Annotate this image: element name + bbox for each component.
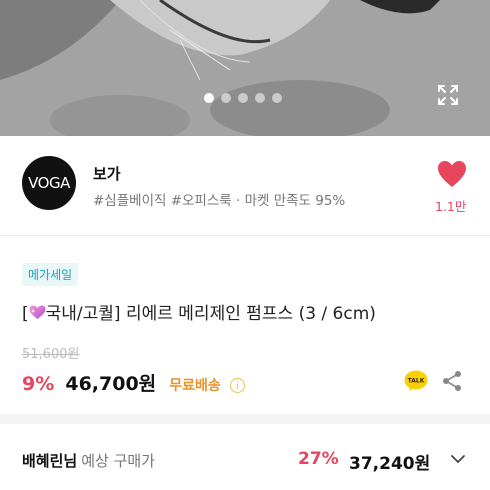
member-discount-rate: 27% [298,449,339,469]
title-text: 국내/고퀄] 리에르 메리제인 펌프스 (3 / 6cm) [45,304,376,324]
seller-logo[interactable]: VOGA [22,156,76,210]
kakaotalk-icon[interactable]: TALK [404,370,428,392]
mega-sale-badge: 메가세일 [22,263,79,286]
carousel-dot[interactable] [221,93,231,103]
sale-price: 46,700원 [65,373,157,395]
price-row: 9% 46,700원 무료배송 i [22,369,245,396]
product-image-carousel[interactable] [0,0,490,136]
carousel-dot[interactable] [272,93,282,103]
title-bracket: [ [22,304,29,324]
expand-icon[interactable] [436,83,460,107]
free-shipping-label: 무료배송 [169,378,221,394]
discount-rate: 9% [22,373,55,395]
original-price: 51,600원 [22,347,80,362]
seller-name[interactable]: 보가 [93,163,121,184]
member-price-label: 배혜린님 예상 구매가 [22,450,155,471]
chevron-down-icon[interactable] [450,453,466,465]
carousel-dot[interactable] [238,93,248,103]
carousel-indicator [204,93,282,103]
product-title: [ 국내/고퀄] 리에르 메리제인 펌프스 (3 / 6cm) [22,299,376,324]
carousel-dot-active[interactable] [204,93,214,103]
svg-text:TALK: TALK [408,378,425,385]
heart-icon[interactable] [437,160,467,188]
info-icon[interactable]: i [229,378,245,393]
product-photo [0,0,490,136]
member-name: 배혜린님 [22,452,78,470]
sparkling-heart-icon [29,305,46,319]
seller-logo-text: VOGA [28,174,70,192]
seller-tags: #심플베이직 #오피스룩 · 마켓 만족도 95% [93,193,346,209]
section-separator [0,414,490,424]
divider [0,235,490,236]
member-expected-price: 37,240원 [349,454,431,474]
like-count: 1.1만 [435,199,467,214]
seller-info[interactable]: VOGA 보가 #심플베이직 #오피스룩 · 마켓 만족도 95% 1.1만 [0,136,490,234]
share-icon[interactable] [441,370,463,392]
carousel-dot[interactable] [255,93,265,103]
expected-price-label: 예상 구매가 [81,452,155,470]
